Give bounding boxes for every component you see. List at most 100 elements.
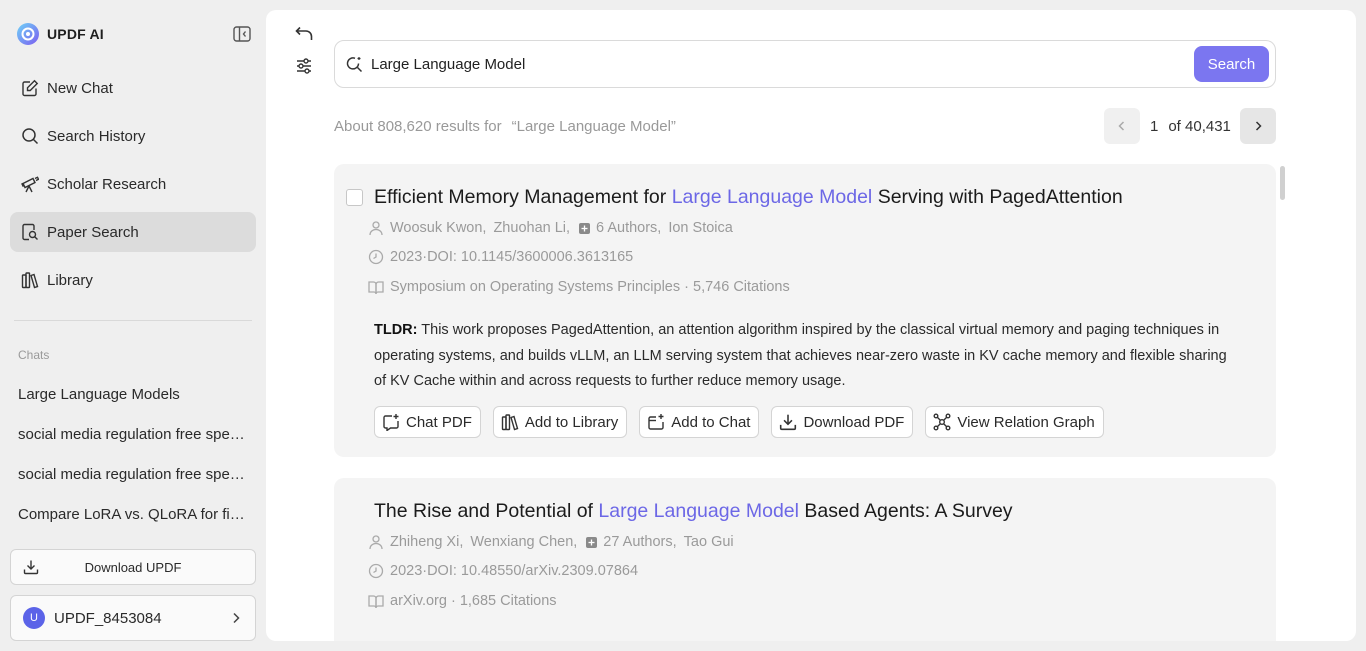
edit-icon bbox=[21, 79, 39, 97]
sidebar-item-label: New Chat bbox=[47, 79, 113, 97]
sidebar-item-paper-search[interactable]: Paper Search bbox=[10, 212, 256, 252]
sidebar-divider bbox=[14, 320, 252, 321]
more-authors[interactable]: 27 Authors, bbox=[603, 534, 676, 550]
download-pdf-button[interactable]: Download PDF bbox=[771, 406, 914, 438]
paper-venue: Symposium on Operating Systems Principle… bbox=[368, 277, 790, 297]
clock-icon bbox=[368, 249, 384, 265]
prev-page-button[interactable] bbox=[1104, 108, 1140, 144]
paper-year-doi: 2023·DOI: 10.48550/arXiv.2309.07864 bbox=[368, 561, 638, 581]
document-search-icon bbox=[21, 223, 39, 241]
add-to-chat-icon bbox=[647, 413, 665, 431]
chat-item[interactable]: Compare LoRA vs. QLoRA for fine-tuning bbox=[18, 502, 248, 542]
paper-select-checkbox[interactable] bbox=[346, 189, 363, 206]
view-relation-graph-button[interactable]: View Relation Graph bbox=[925, 406, 1104, 438]
user-name: UPDF_8453084 bbox=[54, 609, 162, 627]
sidebar: UPDF AI New Chat Search History Scholar … bbox=[0, 0, 266, 651]
download-updf-button[interactable]: Download UPDF bbox=[10, 549, 256, 585]
search-button[interactable]: Search bbox=[1194, 46, 1269, 82]
back-arrow-icon[interactable] bbox=[294, 24, 314, 44]
paper-title-text: Based Agents: A Survey bbox=[798, 500, 1013, 522]
sidebar-item-label: Scholar Research bbox=[47, 175, 167, 193]
total-pages: of 40,431 bbox=[1168, 118, 1231, 135]
updf-logo-icon bbox=[16, 22, 40, 46]
sidebar-item-new-chat[interactable]: New Chat bbox=[10, 68, 256, 108]
current-page: 1 bbox=[1150, 118, 1159, 135]
expand-authors-icon[interactable] bbox=[579, 222, 591, 234]
main-panel: Search About 808,620 results for “Large L… bbox=[266, 10, 1356, 641]
more-authors[interactable]: 6 Authors, bbox=[596, 220, 661, 236]
sidebar-item-scholar-research[interactable]: Scholar Research bbox=[10, 164, 256, 204]
sidebar-item-label: Library bbox=[47, 271, 93, 289]
author-name[interactable]: Ion Stoica bbox=[668, 220, 733, 236]
author-name[interactable]: Woosuk Kwon, bbox=[390, 220, 486, 236]
paper-doi: 2023·DOI: 10.48550/arXiv.2309.07864 bbox=[390, 563, 639, 579]
tldr-label: TLDR: bbox=[374, 322, 418, 338]
chat-list: Large Language Models social media regul… bbox=[18, 382, 248, 542]
telescope-icon bbox=[21, 175, 39, 193]
sidebar-item-label: Paper Search bbox=[47, 223, 139, 241]
author-name[interactable]: Tao Gui bbox=[684, 534, 734, 550]
sidebar-item-search-history[interactable]: Search History bbox=[10, 116, 256, 156]
search-icon bbox=[21, 127, 39, 145]
action-label: View Relation Graph bbox=[957, 413, 1095, 431]
next-page-button[interactable] bbox=[1240, 108, 1276, 144]
collapse-sidebar-icon[interactable] bbox=[232, 24, 252, 44]
graph-network-icon bbox=[933, 413, 951, 431]
download-icon bbox=[23, 559, 39, 575]
author-name[interactable]: Zhiheng Xi, bbox=[390, 534, 463, 550]
paper-title-text: Serving with PagedAttention bbox=[872, 186, 1123, 208]
results-count: About 808,620 results for bbox=[334, 118, 502, 135]
chat-pdf-icon bbox=[382, 413, 400, 431]
results-summary: About 808,620 results for “Large Language… bbox=[334, 118, 676, 135]
books-icon bbox=[21, 271, 39, 289]
action-label: Chat PDF bbox=[406, 413, 472, 431]
download-icon bbox=[779, 413, 797, 431]
chat-item[interactable]: social media regulation free speech bbox=[18, 422, 248, 462]
paper-year-doi: 2023·DOI: 10.1145/3600006.3613165 bbox=[368, 247, 633, 267]
pagination-status: 1 of 40,431 bbox=[1150, 118, 1231, 135]
paper-title-text: Efficient Memory Management for bbox=[374, 186, 672, 208]
paper-actions: Chat PDF Add to Library Add to Chat Down… bbox=[374, 406, 1116, 438]
brand-name: UPDF AI bbox=[47, 26, 104, 42]
chevron-left-icon bbox=[1118, 121, 1125, 131]
books-icon bbox=[501, 413, 519, 431]
person-icon bbox=[368, 534, 384, 550]
search-bar: Search bbox=[334, 40, 1276, 88]
paper-title-highlight: Large Language Model bbox=[598, 500, 799, 522]
paper-title-text: The Rise and Potential of bbox=[374, 500, 599, 522]
chat-pdf-button[interactable]: Chat PDF bbox=[374, 406, 481, 438]
brand[interactable]: UPDF AI bbox=[16, 22, 104, 46]
action-label: Download PDF bbox=[803, 413, 905, 431]
sidebar-item-library[interactable]: Library bbox=[10, 260, 256, 300]
action-label: Add to Library bbox=[524, 413, 619, 431]
paper-card: Efficient Memory Management for Large La… bbox=[334, 164, 1276, 457]
add-to-library-button[interactable]: Add to Library bbox=[492, 406, 628, 438]
paper-venue: arXiv.org · 1,685 Citations bbox=[368, 591, 557, 611]
book-open-icon bbox=[368, 593, 384, 609]
add-to-chat-button[interactable]: Add to Chat bbox=[639, 406, 760, 438]
tldr-text: This work proposes PagedAttention, an at… bbox=[374, 322, 1227, 389]
paper-authors: Woosuk Kwon, Zhuohan Li, 6 Authors, Ion … bbox=[368, 218, 733, 238]
paper-card: The Rise and Potential of Large Language… bbox=[334, 478, 1276, 641]
chat-item[interactable]: social media regulation free speech bbox=[18, 462, 248, 502]
paper-title-highlight: Large Language Model bbox=[671, 186, 873, 208]
paper-authors: Zhiheng Xi, Wenxiang Chen, 27 Authors, T… bbox=[368, 532, 734, 552]
paper-title[interactable]: The Rise and Potential of Large Language… bbox=[374, 500, 1013, 523]
user-account-button[interactable]: U UPDF_8453084 bbox=[10, 595, 256, 641]
filter-sliders-icon[interactable] bbox=[294, 56, 314, 76]
book-open-icon bbox=[368, 279, 384, 295]
chat-item[interactable]: Large Language Models bbox=[18, 382, 248, 422]
author-name[interactable]: Wenxiang Chen, bbox=[470, 534, 577, 550]
author-name[interactable]: Zhuohan Li, bbox=[493, 220, 570, 236]
paper-tldr: TLDR: This work proposes PagedAttention,… bbox=[374, 318, 1234, 395]
chevron-right-icon bbox=[229, 611, 243, 625]
paper-title[interactable]: Efficient Memory Management for Large La… bbox=[374, 186, 1123, 209]
clock-icon bbox=[368, 563, 384, 579]
sidebar-item-label: Search History bbox=[47, 127, 146, 145]
expand-authors-icon[interactable] bbox=[586, 536, 598, 548]
results-scrollbar[interactable] bbox=[1280, 166, 1285, 200]
results-query: “Large Language Model” bbox=[511, 118, 676, 135]
action-label: Add to Chat bbox=[671, 413, 751, 431]
ai-search-icon bbox=[346, 56, 363, 73]
search-input[interactable] bbox=[371, 50, 1181, 78]
